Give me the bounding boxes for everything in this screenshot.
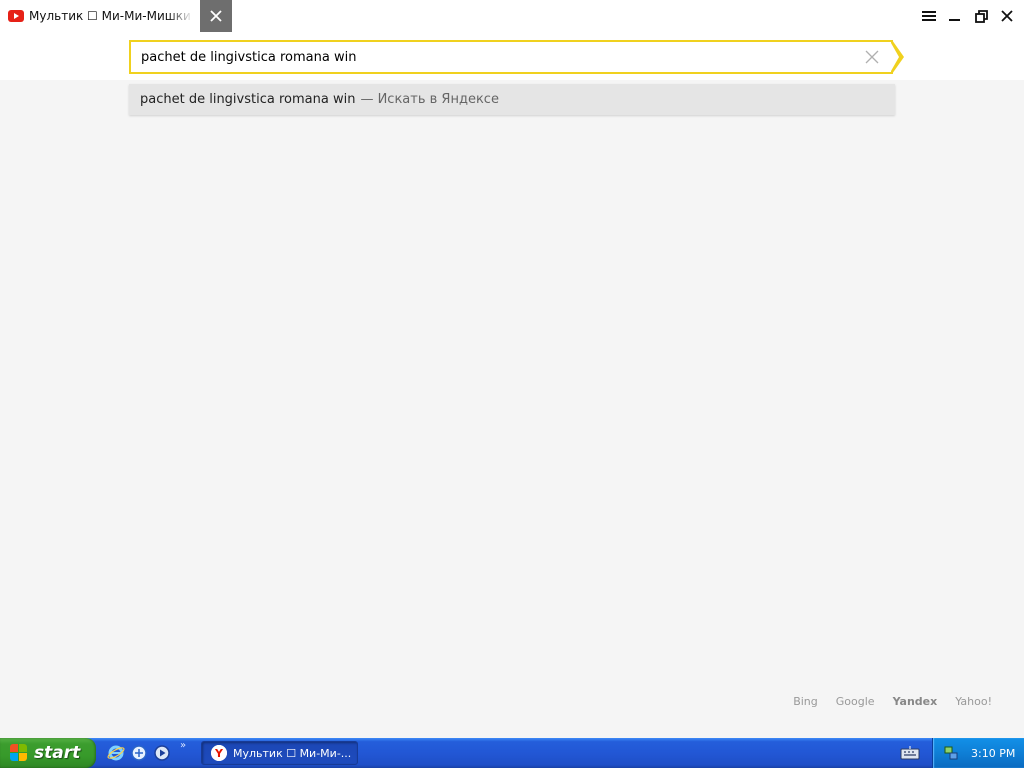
menu-button[interactable] (916, 0, 942, 32)
quick-launch-more[interactable]: » (180, 740, 186, 751)
keyboard-icon[interactable] (900, 745, 920, 761)
tab-title: Мультик ☐ Ми-Ми-Мишки - (29, 9, 193, 23)
clear-icon[interactable] (865, 50, 879, 64)
engine-yandex[interactable]: Yandex (893, 695, 938, 708)
suggestion-query: pachet de lingivstica romana win (140, 92, 356, 107)
engine-bing[interactable]: Bing (793, 695, 818, 708)
internet-explorer-icon[interactable] (106, 743, 126, 763)
browser-tab[interactable]: Мультик ☐ Ми-Ми-Мишки - (0, 0, 200, 32)
system-tray: 3:10 PM (932, 738, 1024, 768)
youtube-icon (8, 10, 24, 22)
windows-logo-icon (10, 744, 28, 762)
close-icon (210, 10, 222, 22)
network-icon[interactable] (943, 745, 959, 761)
search-suggestion[interactable]: pachet de lingivstica romana win — Искат… (129, 84, 895, 115)
search-engine-selector: Bing Google Yandex Yahoo! (793, 695, 992, 708)
search-input[interactable] (141, 48, 841, 66)
suggestion-action: — Искать в Яндексе (360, 92, 499, 107)
close-tab-button[interactable] (200, 0, 232, 32)
close-window-button[interactable] (994, 0, 1020, 32)
close-icon (1001, 10, 1013, 22)
window-controls (916, 0, 1024, 32)
restore-icon (974, 9, 988, 23)
engine-yahoo[interactable]: Yahoo! (955, 695, 992, 708)
omnibox[interactable] (129, 40, 893, 74)
taskbar-item-label: Мультик ☐ Ми-Ми-... (233, 746, 352, 760)
minimize-button[interactable] (942, 0, 968, 32)
restore-button[interactable] (968, 0, 994, 32)
engine-google[interactable]: Google (836, 695, 875, 708)
taskbar-item-browser[interactable]: Y Мультик ☐ Ми-Ми-... (201, 741, 358, 765)
svg-text:Y: Y (214, 747, 224, 760)
taskbar: start » Y Мультик ☐ Ми-Ми-... 3:10 PM (0, 738, 1024, 768)
quick-launch (106, 743, 172, 763)
omnibox-arrow-inner (891, 43, 899, 71)
outlook-express-icon[interactable] (129, 743, 149, 763)
start-label: start (34, 743, 81, 763)
yandex-browser-icon: Y (211, 745, 227, 761)
media-player-icon[interactable] (152, 743, 172, 763)
start-button[interactable]: start (0, 738, 96, 768)
minimize-icon (949, 19, 960, 21)
clock: 3:10 PM (971, 746, 1016, 760)
hamburger-menu-icon (922, 11, 936, 21)
